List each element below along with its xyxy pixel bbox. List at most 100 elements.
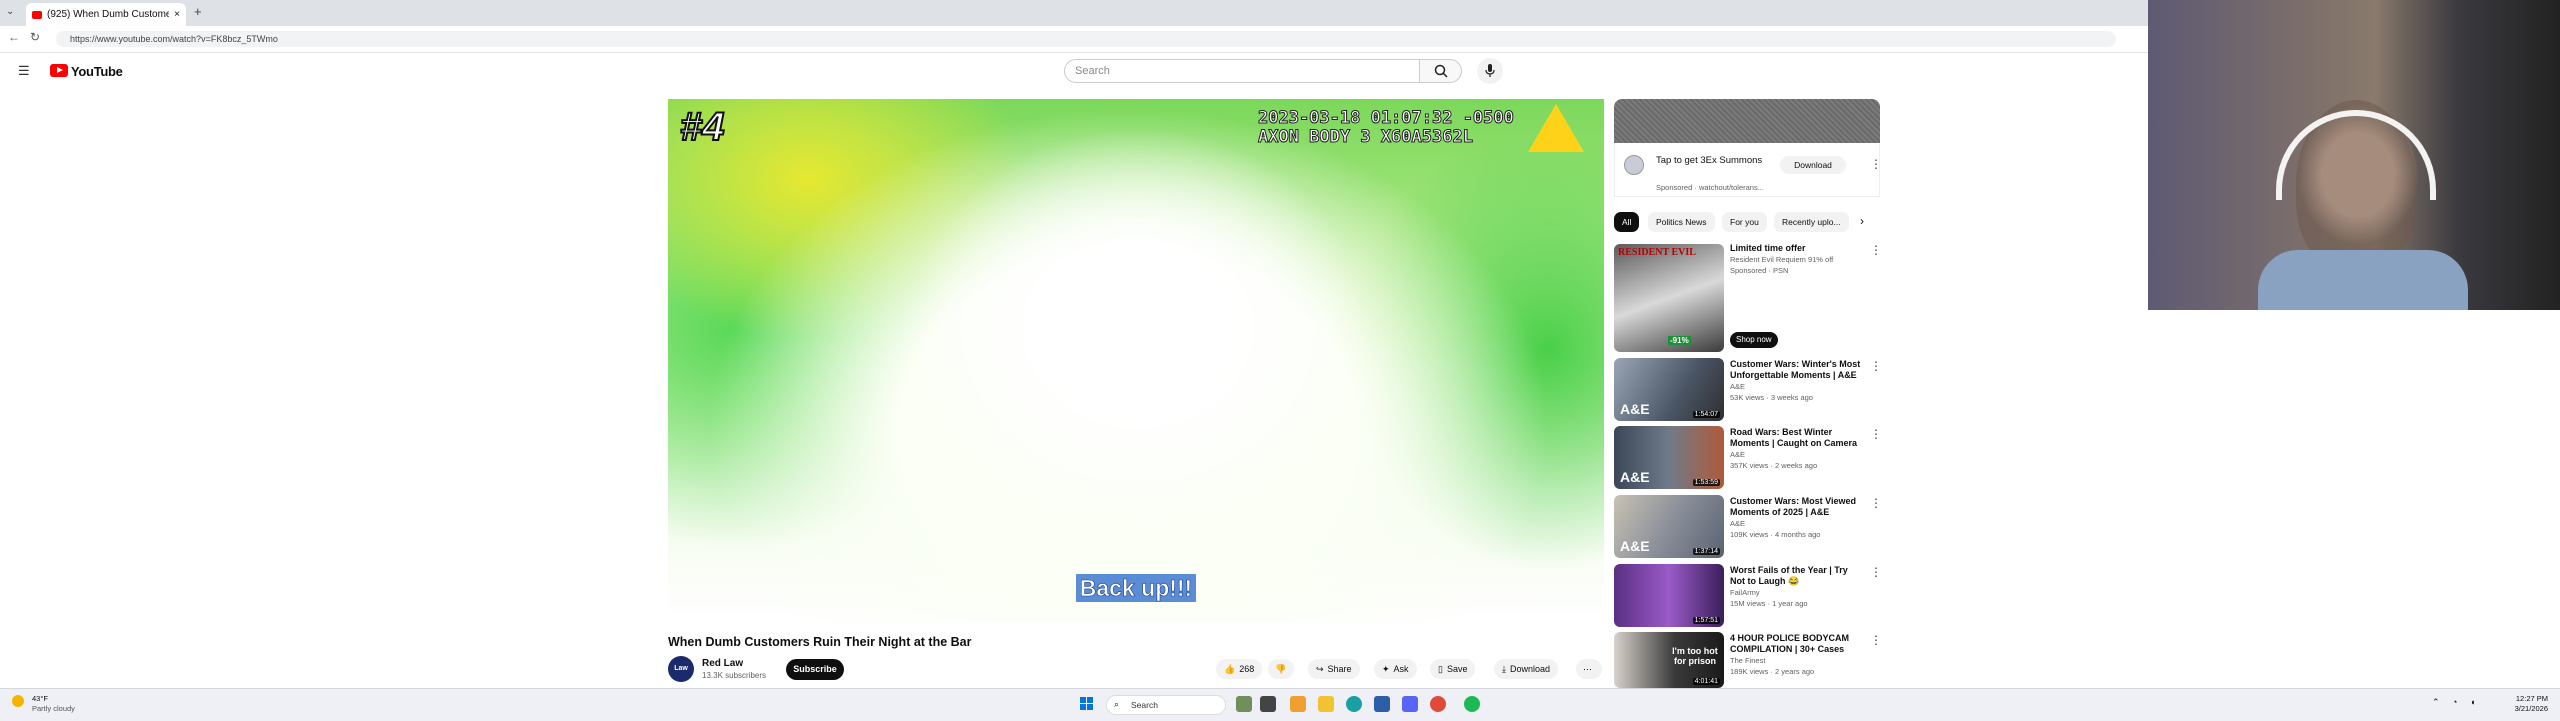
ad-sponsor-label: Sponsored · watchout/tolerans... bbox=[1656, 183, 1764, 192]
taskbar-app-game-icon[interactable] bbox=[1236, 696, 1252, 712]
weather-temp[interactable]: 43°F bbox=[32, 694, 48, 703]
chip-all[interactable]: All bbox=[1614, 212, 1640, 232]
reload-icon[interactable]: ↻ bbox=[30, 30, 40, 44]
address-bar-row: ← ↻ https://www.youtube.com/watch?v=FK8b… bbox=[0, 26, 2148, 53]
ad-download-button[interactable]: Download bbox=[1780, 156, 1846, 174]
save-button[interactable]: ▯ Save bbox=[1430, 659, 1476, 679]
taskbar-edge-icon[interactable] bbox=[1346, 696, 1362, 712]
more-actions-button[interactable]: ⋯ bbox=[1576, 659, 1602, 679]
share-button[interactable]: ↪ Share bbox=[1308, 659, 1360, 679]
rec-meta2-4: 109K views · 4 months ago bbox=[1730, 530, 1821, 539]
rec-more-icon-5[interactable]: ⋮ bbox=[1870, 566, 1882, 578]
tab-title: (925) When Dumb Customers... bbox=[47, 9, 170, 20]
taskbar-discord-icon[interactable] bbox=[1402, 696, 1418, 712]
rec-more-icon-1[interactable]: ⋮ bbox=[1870, 244, 1882, 256]
chip-politics-news[interactable]: Politics News bbox=[1648, 212, 1715, 232]
menu-icon[interactable]: ☰ bbox=[18, 63, 30, 79]
windows-start-icon[interactable] bbox=[1080, 697, 1094, 711]
rec-thumbnail-4[interactable]: A&E 1:37:14 bbox=[1614, 495, 1724, 558]
rec-thumb-discount-1: -91% bbox=[1668, 336, 1691, 345]
rec-more-icon-6[interactable]: ⋮ bbox=[1870, 634, 1882, 646]
url-field[interactable]: https://www.youtube.com/watch?v=FK8bcz_5… bbox=[56, 31, 2116, 47]
rec-thumb-text-2: A&E bbox=[1620, 401, 1650, 417]
rec-title-3[interactable]: Road Wars: Best Winter Moments | Caught … bbox=[1730, 427, 1862, 449]
taskbar-store-icon[interactable] bbox=[1374, 696, 1390, 712]
new-tab-icon[interactable]: + bbox=[194, 4, 202, 19]
like-button[interactable]: 👍 268 bbox=[1216, 659, 1263, 679]
rec-meta1-5: FailArmy bbox=[1730, 588, 1760, 597]
rec-thumb-text-6: I'm too hot for prison bbox=[1672, 646, 1718, 666]
rec-meta2-2: 53K views · 3 weeks ago bbox=[1730, 393, 1813, 402]
video-caption-text: Back up!!! bbox=[1075, 574, 1197, 602]
thumbs-up-icon: 👍 bbox=[1224, 664, 1236, 674]
tab-list-chevron-icon[interactable]: ⌄ bbox=[6, 6, 14, 17]
ask-label: Ask bbox=[1393, 664, 1409, 674]
subscribe-button[interactable]: Subscribe bbox=[786, 659, 844, 680]
rec-title-1[interactable]: Limited time offer bbox=[1730, 243, 1862, 254]
rec-thumbnail-5[interactable]: 1:57:51 bbox=[1614, 564, 1724, 627]
tray-volume-icon[interactable]: ◖ bbox=[2470, 697, 2475, 707]
ask-button[interactable]: ✦ Ask bbox=[1374, 659, 1417, 679]
rec-shop-now-button[interactable]: Shop now bbox=[1730, 332, 1778, 348]
taskbar-explorer-icon[interactable] bbox=[1318, 696, 1334, 712]
share-icon: ↪ bbox=[1316, 664, 1324, 674]
chip-for-you[interactable]: For you bbox=[1722, 212, 1767, 232]
ad-title[interactable]: Tap to get 3Ex Summons bbox=[1656, 155, 1766, 166]
rec-thumbnail-6[interactable]: I'm too hot for prison 4:01:41 bbox=[1614, 632, 1724, 688]
overlay-episode-number: #4 bbox=[679, 104, 725, 150]
search-button[interactable] bbox=[1420, 59, 1462, 83]
rec-meta1-4: A&E bbox=[1730, 519, 1746, 528]
tray-wifi-icon[interactable]: ◔ bbox=[2452, 697, 2457, 707]
rec-title-5[interactable]: Worst Fails of the Year | Try Not to Lau… bbox=[1730, 565, 1862, 587]
rec-meta2-3: 357K views · 2 weeks ago bbox=[1730, 461, 1818, 470]
bodycam-timestamp: 2023-03-18 01:07:32 -0500 AXON BODY 3 X6… bbox=[1258, 108, 1515, 147]
taskbar-spotify-icon[interactable] bbox=[1464, 696, 1480, 712]
rec-title-2[interactable]: Customer Wars: Winter's Most Unforgettab… bbox=[1730, 359, 1862, 381]
browser-tab[interactable]: (925) When Dumb Customers... × bbox=[26, 3, 186, 26]
rec-more-icon-4[interactable]: ⋮ bbox=[1870, 497, 1882, 509]
youtube-brand[interactable]: YouTube bbox=[71, 64, 123, 79]
rec-more-icon-2[interactable]: ⋮ bbox=[1870, 360, 1882, 372]
taskbar-photos-icon[interactable] bbox=[1290, 696, 1306, 712]
bookmark-icon: ▯ bbox=[1438, 664, 1443, 674]
browser-tab-bar: ⌄ (925) When Dumb Customers... × + bbox=[0, 0, 2148, 26]
rec-title-6[interactable]: 4 HOUR POLICE BODYCAM COMPILATION | 30+ … bbox=[1730, 633, 1862, 655]
rec-title-4[interactable]: Customer Wars: Most Viewed Moments of 20… bbox=[1730, 496, 1862, 518]
bodycam-timestamp-line1: 2023-03-18 01:07:32 -0500 bbox=[1258, 108, 1515, 128]
rec-thumbnail-2[interactable]: A&E 1:54:07 bbox=[1614, 358, 1724, 421]
voice-search-button[interactable] bbox=[1477, 58, 1503, 84]
taskbar-time[interactable]: 12:27 PM bbox=[2508, 694, 2548, 703]
rec-thumbnail-1[interactable]: RESIDENT EVIL -91% bbox=[1614, 244, 1724, 352]
chip-recently-uploaded[interactable]: Recently uplo... bbox=[1774, 212, 1849, 232]
webcam-overlay bbox=[2148, 0, 2560, 310]
channel-avatar[interactable]: Law bbox=[668, 656, 694, 682]
search-input[interactable]: Search bbox=[1064, 59, 1420, 83]
rec-meta1-2: A&E bbox=[1730, 382, 1746, 391]
channel-name[interactable]: Red Law bbox=[702, 658, 743, 669]
taskbar-task-view-icon[interactable] bbox=[1260, 696, 1276, 712]
video-player[interactable]: #4 2023-03-18 01:07:32 -0500 AXON BODY 3… bbox=[668, 99, 1604, 622]
taskbar-chrome-icon[interactable] bbox=[1430, 696, 1446, 712]
rec-thumbnail-3[interactable]: A&E 1:53:59 bbox=[1614, 426, 1724, 489]
download-button[interactable]: ⤓ Download bbox=[1494, 659, 1559, 679]
taskbar-date[interactable]: 3/21/2026 bbox=[2508, 704, 2548, 713]
taskbar-search[interactable]: Search bbox=[1106, 695, 1226, 715]
tab-close-icon[interactable]: × bbox=[174, 9, 180, 20]
thumbs-down-icon: 👎 bbox=[1275, 664, 1287, 674]
search-icon bbox=[1434, 64, 1448, 78]
save-label: Save bbox=[1446, 664, 1468, 674]
weather-icon bbox=[12, 695, 24, 707]
axon-logo-icon bbox=[1528, 104, 1584, 152]
tray-chevron-icon[interactable]: ⌃ bbox=[2432, 697, 2440, 708]
chips-next-icon[interactable]: › bbox=[1860, 214, 1864, 228]
ad-more-icon[interactable]: ⋮ bbox=[1870, 158, 1882, 170]
like-count: 268 bbox=[1239, 664, 1255, 674]
back-icon[interactable]: ← bbox=[8, 30, 20, 44]
dislike-button[interactable]: 👎 bbox=[1268, 659, 1294, 679]
rec-more-icon-3[interactable]: ⋮ bbox=[1870, 428, 1882, 440]
headset-icon bbox=[2276, 110, 2436, 200]
rec-meta1-1: Resident Evil Requiem 91% off bbox=[1730, 255, 1834, 264]
youtube-logo-icon[interactable] bbox=[50, 64, 68, 77]
ad-banner-image[interactable] bbox=[1614, 99, 1880, 143]
rec-meta1-3: A&E bbox=[1730, 450, 1746, 459]
